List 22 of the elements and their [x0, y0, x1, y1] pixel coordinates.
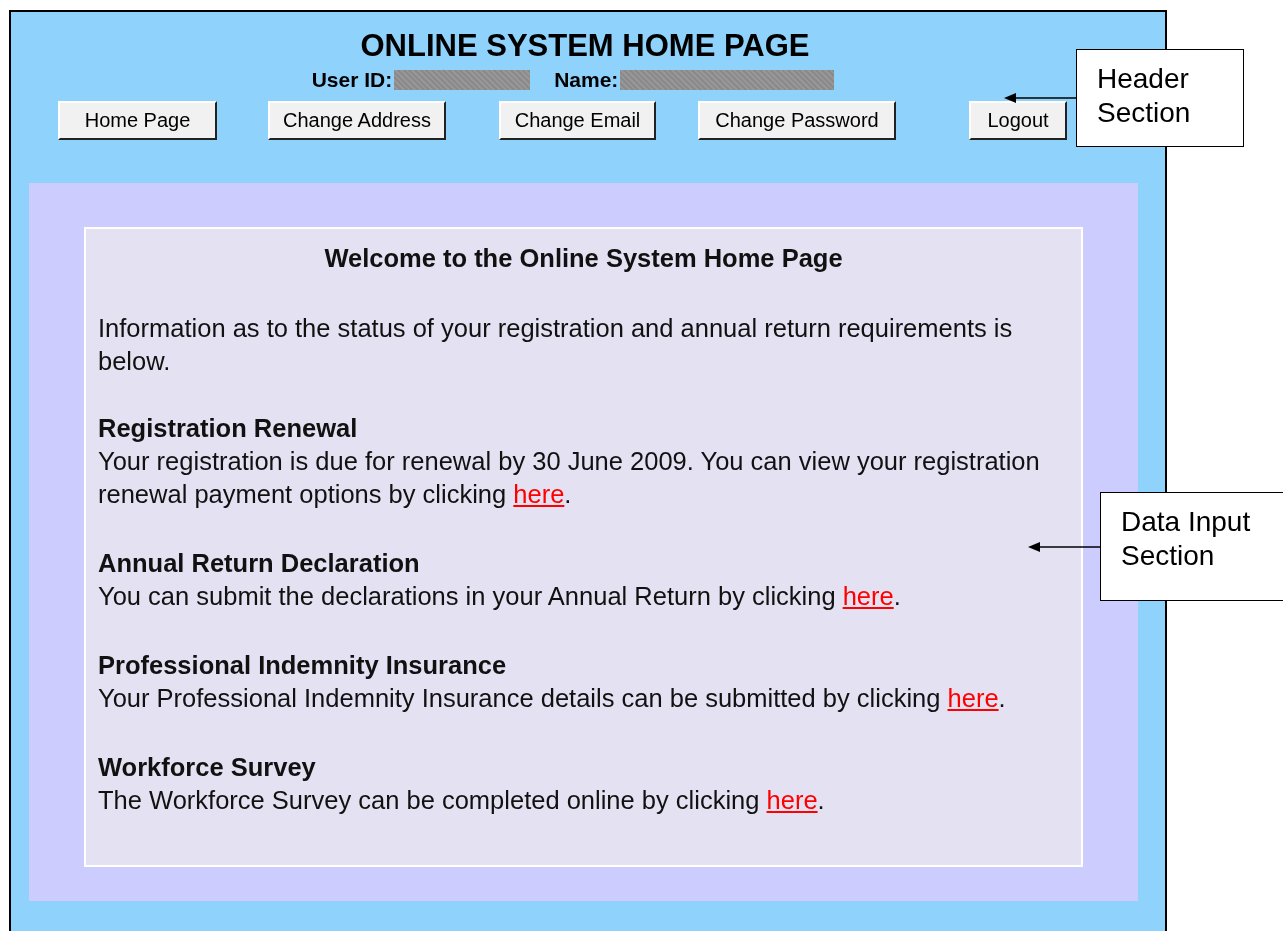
field-label: Name:	[554, 68, 619, 92]
section-heading: Workforce Survey	[98, 752, 317, 783]
section-heading: Registration Renewal	[98, 413, 359, 444]
field-label: User ID:	[311, 68, 393, 92]
intro-text: Information as to the status of your registration and annual return requirements is below.	[98, 313, 1014, 377]
nav-button[interactable]: Change Email	[499, 101, 656, 140]
callout-box: Header Section	[1076, 49, 1244, 147]
nav-button[interactable]: Logout	[969, 101, 1067, 140]
section-text: Your Professional Indemnity Insurance details can be submitted by clicking here.	[98, 683, 1006, 714]
nav-button[interactable]: Change Password	[698, 101, 896, 140]
section-text: Your registration is due for renewal by 30 June 2009. You can view your registration renewal payment options by clicking here.	[98, 446, 1041, 510]
welcome-heading: Welcome to the Online System Home Page	[323, 243, 844, 274]
section-heading: Professional Indemnity Insurance	[98, 650, 508, 681]
callout-box: Data Input Section	[1100, 492, 1283, 601]
section-heading: Annual Return Declaration	[98, 548, 421, 579]
page-title: ONLINE SYSTEM HOME PAGE	[359, 28, 811, 64]
arrow	[1004, 92, 1076, 104]
nav-button[interactable]: Change Address	[268, 101, 446, 140]
arrow	[1028, 540, 1100, 553]
nav-button[interactable]: Home Page	[58, 101, 217, 140]
section-text: The Workforce Survey can be completed online by clicking here.	[98, 785, 825, 816]
section-text: You can submit the declarations in your Annual Return by clicking here.	[98, 581, 901, 612]
